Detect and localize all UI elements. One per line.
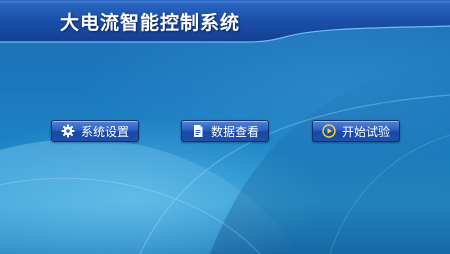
start-test-button[interactable]: 开始试验 (312, 120, 400, 142)
play-icon (322, 124, 336, 138)
start-test-label: 开始试验 (341, 124, 390, 139)
title-bar: 大电流智能控制系统 (0, 0, 450, 44)
document-icon (191, 124, 205, 138)
system-settings-label: 系统设置 (80, 124, 129, 139)
gear-icon (61, 124, 75, 138)
app-title: 大电流智能控制系统 (60, 12, 241, 34)
view-data-button[interactable]: 数据查看 (181, 120, 269, 142)
main-screen: 大电流智能控制系统 系统设置 数据查看 开始试验 (0, 0, 450, 254)
system-settings-button[interactable]: 系统设置 (51, 120, 139, 142)
view-data-label: 数据查看 (210, 124, 259, 139)
